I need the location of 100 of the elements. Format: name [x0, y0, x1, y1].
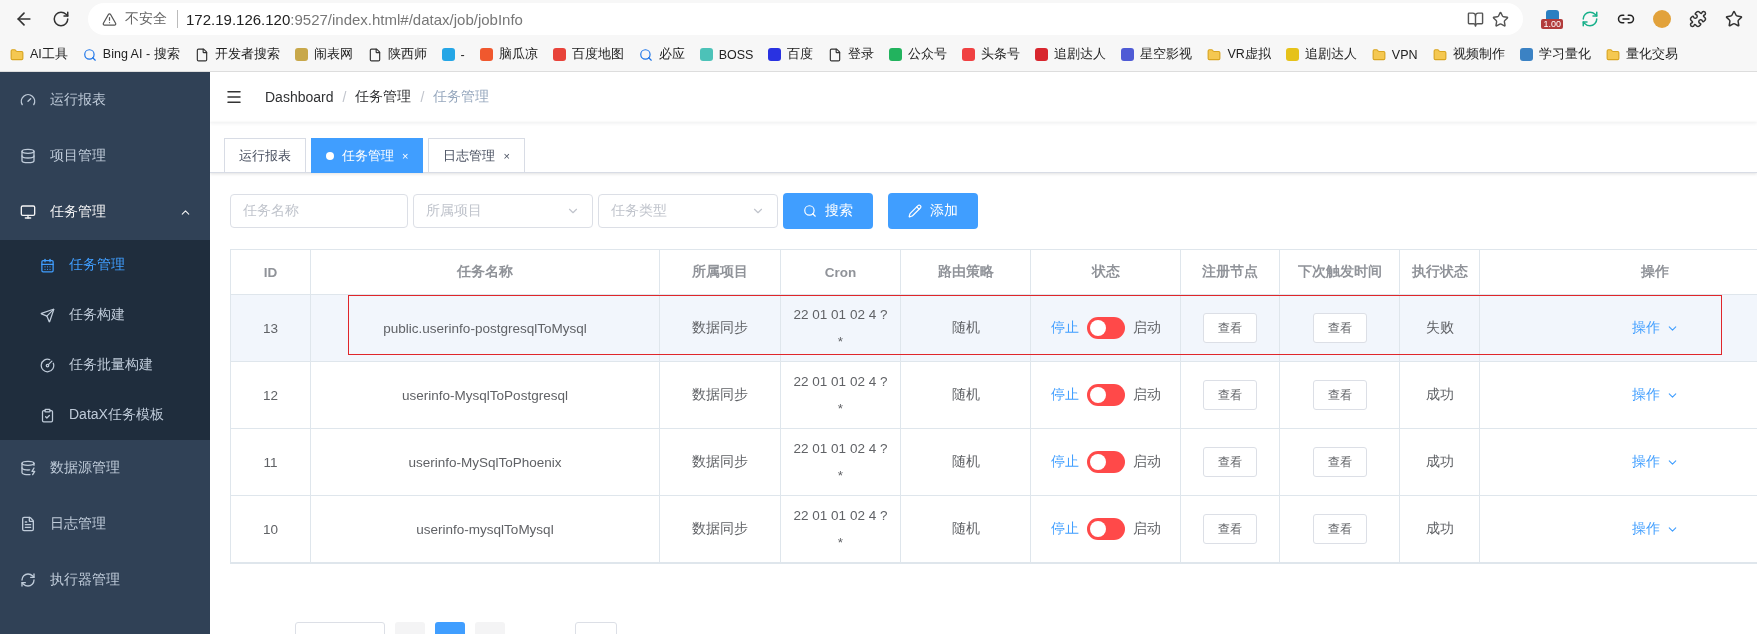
bookmark[interactable]: 开发者搜索: [194, 46, 280, 63]
table-cell-text: 22 01 01 02 4 ? *: [793, 507, 888, 552]
table-cell-text: 22 01 01 02 4 ? *: [793, 440, 888, 485]
switch-label: 启动: [1132, 386, 1161, 404]
gauge-icon: [20, 92, 36, 108]
table-cell: 成功: [1400, 496, 1480, 562]
switch-label: 启动: [1132, 453, 1161, 471]
switch-label: 停止: [1050, 520, 1079, 538]
calendar-icon: [40, 257, 55, 273]
search-icon: [638, 47, 653, 62]
page-icon: [194, 47, 209, 62]
bookmark[interactable]: 必应: [638, 46, 685, 63]
table-cell: userinfo-MysqlToPostgresql: [311, 362, 660, 428]
bookmark[interactable]: 公众号: [889, 46, 948, 63]
bookmark[interactable]: 学习量化: [1519, 46, 1591, 63]
reader-icon[interactable]: [1467, 10, 1485, 28]
view-button[interactable]: 查看: [1203, 313, 1257, 343]
sync-icon[interactable]: [1581, 10, 1599, 28]
bookmark[interactable]: 百度地图: [552, 46, 624, 63]
tab[interactable]: 运行报表: [224, 138, 306, 173]
bookmark[interactable]: -: [441, 47, 465, 62]
reload-icon[interactable]: [52, 10, 70, 28]
table-cell-text: 22 01 01 02 4 ? *: [793, 373, 888, 418]
bookmark[interactable]: BOSS: [699, 47, 754, 62]
switch-label: 启动: [1132, 319, 1161, 337]
bookmark[interactable]: 脑瓜凉: [479, 46, 538, 63]
extensions-icon[interactable]: [1689, 10, 1707, 28]
bookmark[interactable]: 追剧达人: [1035, 46, 1107, 63]
search-icon: [803, 204, 817, 218]
bookmark[interactable]: 登录: [828, 46, 875, 63]
toggle-switch[interactable]: [1086, 518, 1125, 540]
folder-icon: [1432, 47, 1447, 62]
favorite-icon[interactable]: [1492, 10, 1510, 28]
switch-label: 停止: [1050, 386, 1079, 404]
breadcrumb-separator: /: [420, 89, 425, 105]
toggle-switch[interactable]: [1086, 384, 1125, 406]
tab[interactable]: 日志管理 ×: [428, 138, 525, 173]
menu-item[interactable]: 执行器管理: [0, 552, 210, 608]
table-cell: 数据同步: [660, 429, 781, 495]
cycle-icon: [20, 572, 36, 588]
view-button[interactable]: 查看: [1312, 313, 1367, 343]
toggle-switch[interactable]: [1086, 317, 1125, 339]
column-header: 所属项目: [660, 250, 781, 294]
close-icon[interactable]: ×: [503, 149, 510, 162]
table-cell: 随机: [901, 496, 1031, 562]
bookmark[interactable]: 闹表网: [294, 46, 353, 63]
menu-item[interactable]: 任务管理: [0, 184, 210, 240]
toggle-switch[interactable]: [1086, 451, 1125, 473]
bookmark[interactable]: AI工具: [10, 46, 68, 63]
warning-icon: [102, 11, 117, 27]
folder-icon: [1207, 47, 1222, 62]
bookmark[interactable]: 视频制作: [1432, 46, 1505, 63]
column-header: Cron: [781, 250, 901, 294]
bookmark[interactable]: VR虚拟: [1207, 46, 1271, 63]
bookmark[interactable]: 百度: [768, 46, 814, 63]
page-icon: [367, 47, 382, 62]
column-header: ID: [231, 250, 311, 294]
breadcrumb-item[interactable]: Dashboard: [265, 89, 334, 105]
bookmark[interactable]: Bing AI - 搜索: [82, 46, 180, 63]
bookmark[interactable]: VPN: [1371, 47, 1418, 62]
bookmark[interactable]: 头条号: [962, 46, 1021, 63]
table-cell: 10: [231, 496, 311, 562]
address-bar[interactable]: 不安全 172.19.126.120:9527/index.html#/datax/job/jobInfo: [88, 3, 1524, 35]
menu-item[interactable]: 日志管理: [0, 496, 210, 552]
view-button[interactable]: 查看: [1312, 380, 1367, 410]
breadcrumb-item: 任务管理: [433, 88, 490, 106]
view-button[interactable]: 查看: [1203, 514, 1257, 544]
bookmark[interactable]: 星空影视: [1121, 46, 1193, 63]
table-cell: 失败: [1400, 295, 1480, 361]
column-header: 任务名称: [311, 250, 660, 294]
table-cell: userinfo-mysqlToMysql: [311, 496, 660, 562]
monitor-icon: [20, 204, 36, 220]
bookmark[interactable]: 量化交易: [1605, 46, 1678, 63]
table-cell: public.userinfo-postgresqlToMysql: [311, 295, 660, 361]
security-label: 不安全: [125, 10, 178, 28]
menu-icon[interactable]: [225, 88, 243, 106]
table-cell-text: 22 01 01 02 4 ? *: [793, 306, 888, 351]
menu-item[interactable]: 项目管理: [0, 128, 210, 184]
view-button[interactable]: 查看: [1203, 447, 1257, 477]
switch-label: 停止: [1050, 453, 1079, 471]
table-cell: 数据同步: [660, 496, 781, 562]
breadcrumb-item[interactable]: 任务管理: [355, 88, 412, 106]
table-cell: 11: [231, 429, 311, 495]
pencil-icon: [908, 204, 922, 218]
view-button[interactable]: 查看: [1203, 380, 1257, 410]
search-icon: [82, 47, 97, 62]
favorites-icon[interactable]: [1725, 10, 1743, 28]
view-button[interactable]: 查看: [1312, 447, 1367, 477]
menu-item[interactable]: 数据源管理: [0, 440, 210, 496]
menu-item[interactable]: 运行报表: [0, 72, 210, 128]
table-cell: 12: [231, 362, 311, 428]
bookmark[interactable]: 陕西师: [367, 46, 427, 63]
folder-icon: [1371, 47, 1386, 62]
table-cell: 数据同步: [660, 295, 781, 361]
view-button[interactable]: 查看: [1312, 514, 1367, 544]
extension-badge: 1.00: [1541, 18, 1563, 29]
bookmark[interactable]: 追剧达人: [1285, 46, 1357, 63]
column-header: 下次触发时间: [1280, 250, 1400, 294]
gauge-icon: [40, 357, 55, 373]
active-dot-icon: [326, 151, 334, 160]
